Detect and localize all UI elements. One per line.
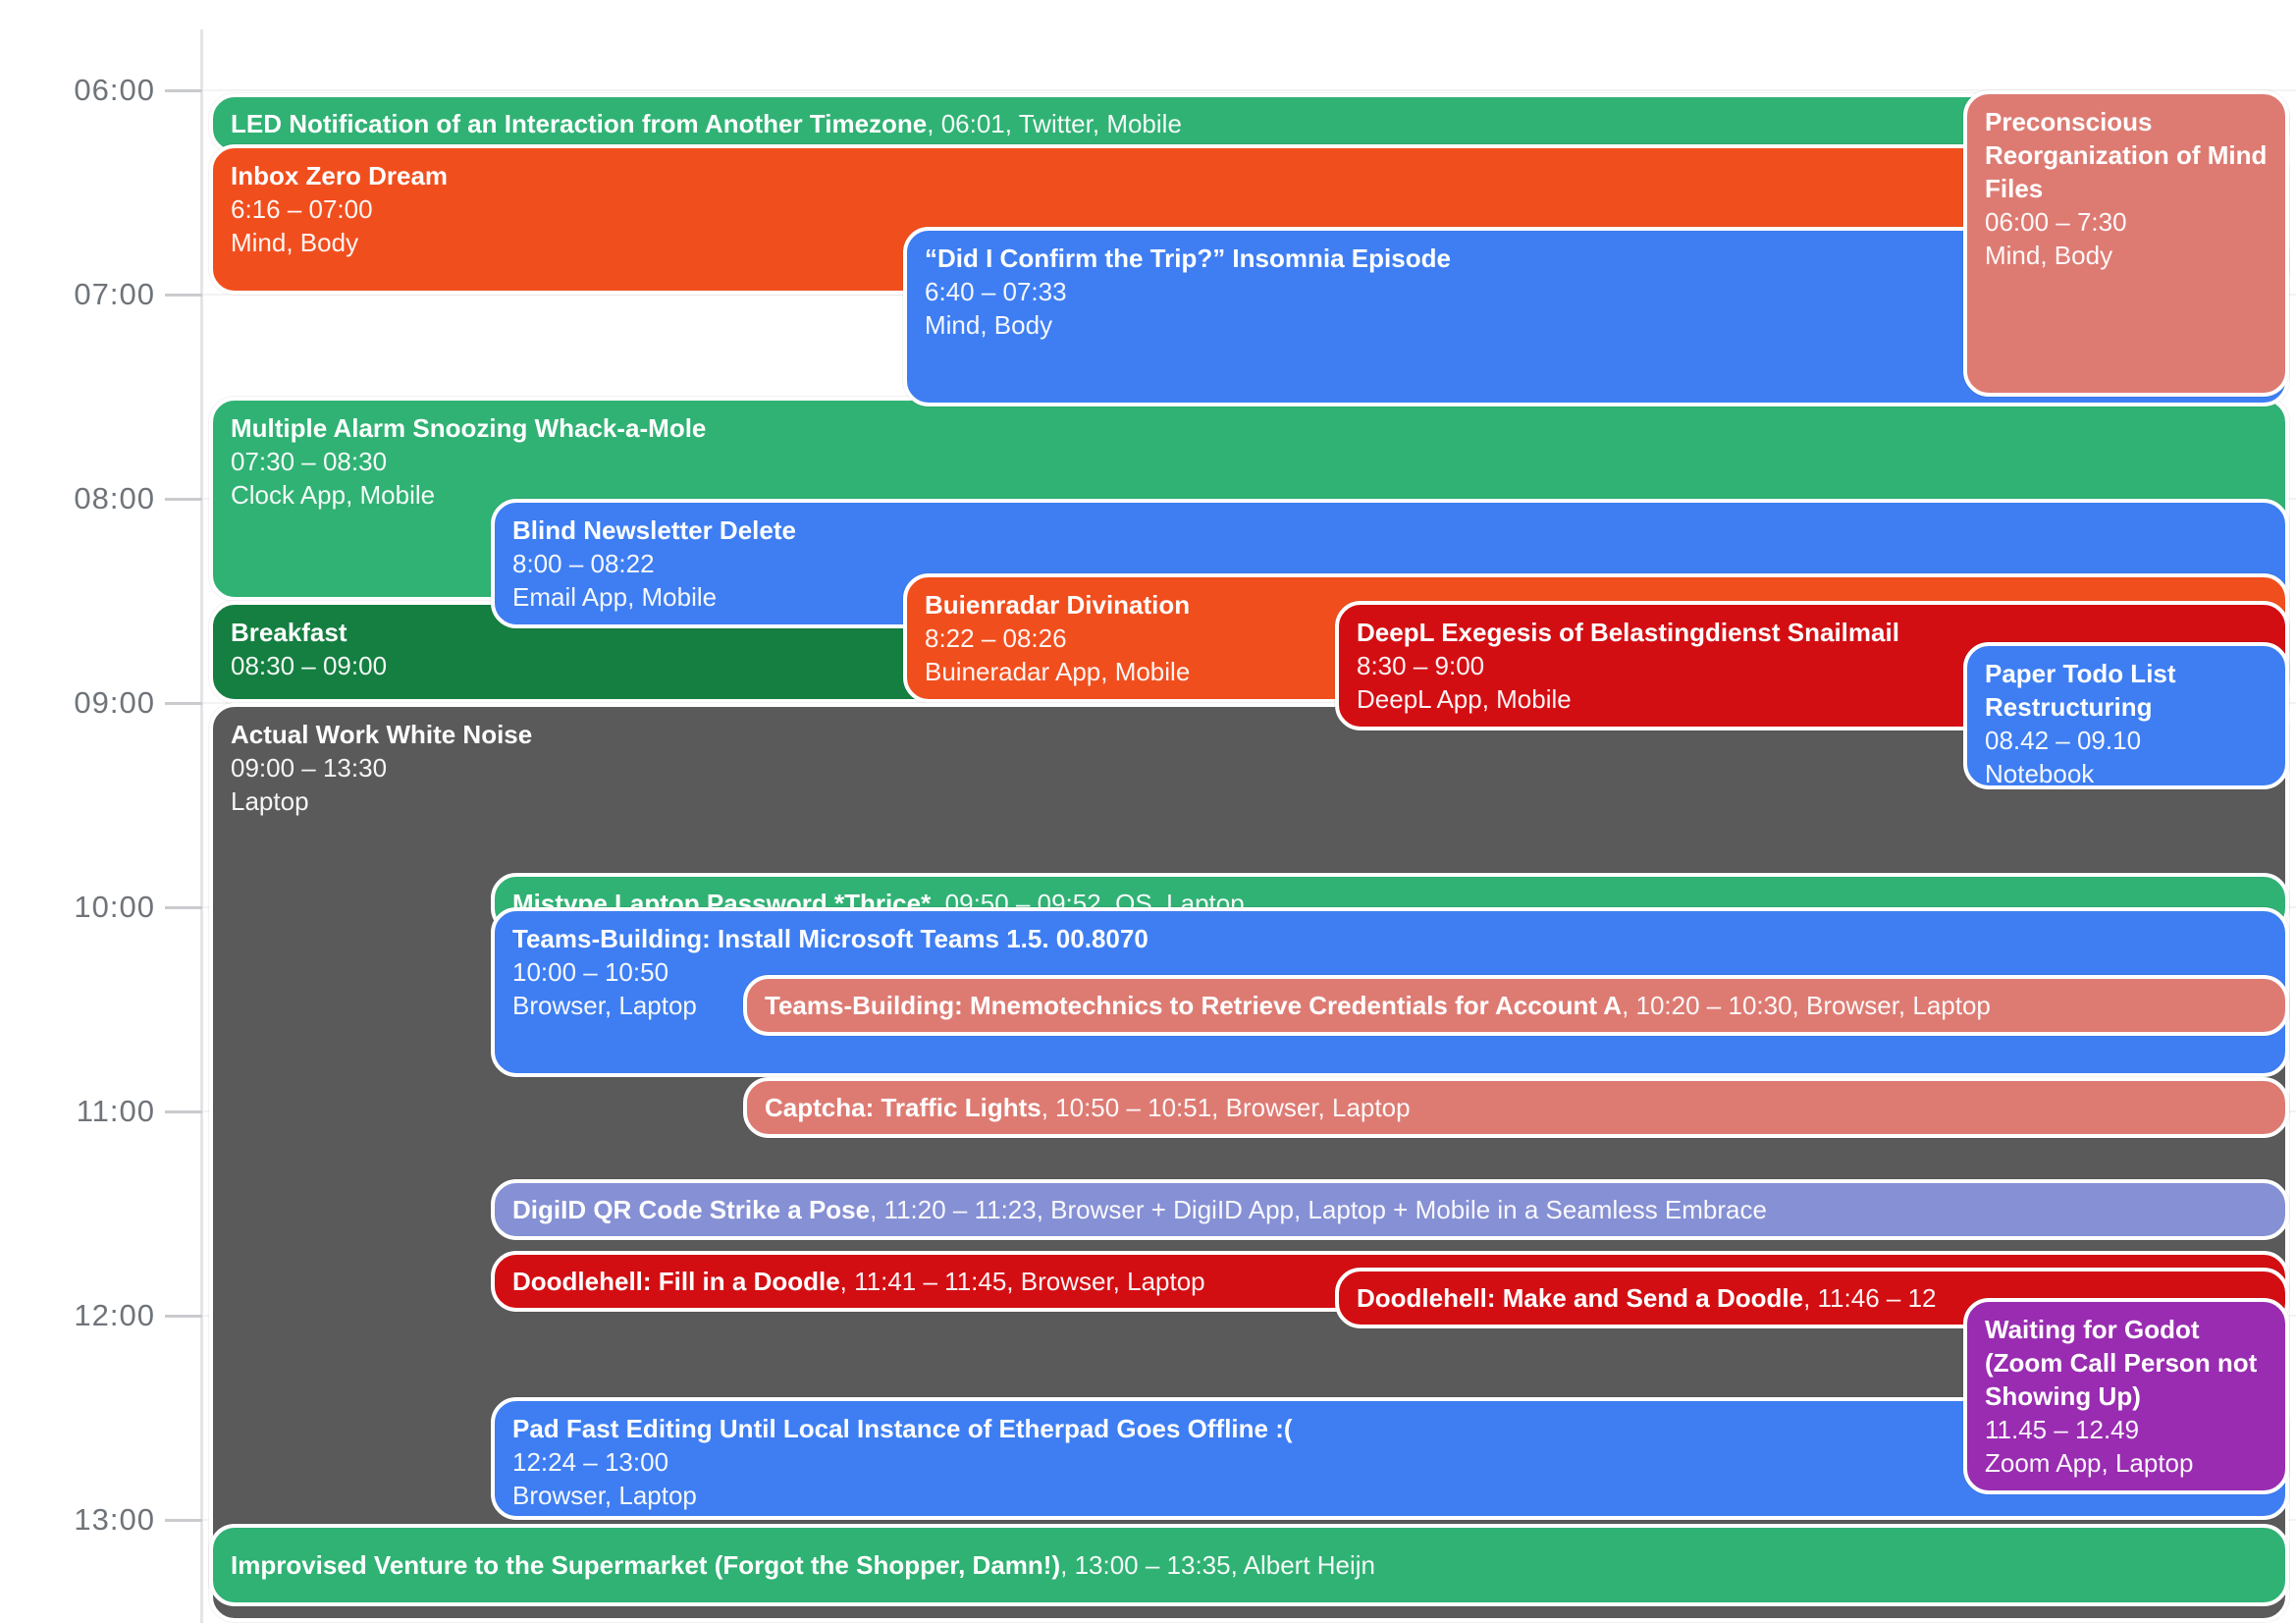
event-title: DigiID QR Code Strike a Pose xyxy=(512,1193,870,1226)
hour-tick xyxy=(165,1519,202,1522)
event-title: Waiting for Godot (Zoom Call Person not … xyxy=(1985,1313,2268,1413)
event-title: Doodlehell: Fill in a Doodle xyxy=(512,1265,840,1298)
event-title: Preconscious Reorganization of Mind File… xyxy=(1985,105,2268,205)
hour-label: 07:00 xyxy=(0,276,155,313)
event-title: Multiple Alarm Snoozing Whack-a-Mole xyxy=(231,411,2268,445)
event-meta: , 13:00 – 13:35, Albert Heijn xyxy=(1060,1548,1375,1582)
hour-tick xyxy=(165,1315,202,1318)
day-calendar: 06:00 07:00 08:00 09:00 10:00 11:00 12:00 13:00… xyxy=(0,0,2296,1623)
hour-tick xyxy=(165,89,202,92)
hour-tick xyxy=(165,702,202,705)
hour-label: 08:00 xyxy=(0,480,155,517)
event-improvised-venture-supermarket[interactable]: Improvised Venture to the Supermarket (F… xyxy=(209,1524,2289,1606)
event-digid-qr-code[interactable]: DigiID QR Code Strike a Pose, 11:20 – 11… xyxy=(491,1179,2289,1240)
event-preconscious-reorganization[interactable]: Preconscious Reorganization of Mind File… xyxy=(1963,90,2289,397)
hour-label: 12:00 xyxy=(0,1297,155,1334)
hour-tick xyxy=(165,294,202,297)
event-paper-todo-list[interactable]: Paper Todo List Restructuring08.42 – 09.… xyxy=(1963,642,2289,789)
event-title: Teams-Building: Mnemotechnics to Retriev… xyxy=(765,989,1622,1022)
event-title: Blind Newsletter Delete xyxy=(512,514,2268,547)
event-meta: , 06:01, Twitter, Mobile xyxy=(927,107,1182,140)
event-detail-line: 06:00 – 7:30 xyxy=(1985,205,2268,239)
event-meta: , 11:46 – 12 xyxy=(1803,1281,1936,1315)
event-title: Paper Todo List Restructuring xyxy=(1985,657,2268,724)
event-detail-line: 11.45 – 12.49 xyxy=(1985,1413,2268,1446)
event-title: Captcha: Traffic Lights xyxy=(765,1091,1041,1124)
hour-tick xyxy=(165,1110,202,1113)
event-detail-line: 6:16 – 07:00 xyxy=(231,192,2268,226)
event-detail-line: 07:30 – 08:30 xyxy=(231,445,2268,478)
event-title: Inbox Zero Dream xyxy=(231,159,2268,192)
event-teams-building-mnemotechnics[interactable]: Teams-Building: Mnemotechnics to Retriev… xyxy=(743,975,2289,1036)
event-meta: , 10:20 – 10:30, Browser, Laptop xyxy=(1622,989,1991,1022)
event-detail-line: 08.42 – 09.10 xyxy=(1985,724,2268,757)
event-detail-line: 09:00 – 13:30 xyxy=(231,751,2268,784)
time-axis-line xyxy=(200,29,203,1623)
event-title: Improvised Venture to the Supermarket (F… xyxy=(231,1548,1060,1582)
event-title: LED Notification of an Interaction from … xyxy=(231,107,927,140)
event-title: Teams-Building: Install Microsoft Teams … xyxy=(512,922,2268,955)
event-detail-line: Zoom App, Laptop xyxy=(1985,1446,2268,1480)
hour-label: 11:00 xyxy=(0,1093,155,1130)
event-meta: , 10:50 – 10:51, Browser, Laptop xyxy=(1041,1091,1411,1124)
hour-label: 09:00 xyxy=(0,684,155,722)
event-meta: , 11:41 – 11:45, Browser, Laptop xyxy=(840,1265,1205,1298)
event-waiting-for-godot[interactable]: Waiting for Godot (Zoom Call Person not … xyxy=(1963,1298,2289,1494)
event-captcha-traffic-lights[interactable]: Captcha: Traffic Lights, 10:50 – 10:51, … xyxy=(743,1077,2289,1138)
hour-tick xyxy=(165,906,202,909)
event-detail-line: Laptop xyxy=(231,784,2268,818)
event-detail-line: Notebook xyxy=(1985,757,2268,789)
hour-label: 06:00 xyxy=(0,72,155,109)
event-meta: , 11:20 – 11:23, Browser + DigiID App, L… xyxy=(870,1193,1767,1226)
hour-label: 10:00 xyxy=(0,889,155,926)
hour-label: 13:00 xyxy=(0,1501,155,1539)
event-detail-line: Mind, Body xyxy=(1985,239,2268,272)
hour-tick xyxy=(165,498,202,501)
event-title: Doodlehell: Make and Send a Doodle xyxy=(1357,1281,1803,1315)
